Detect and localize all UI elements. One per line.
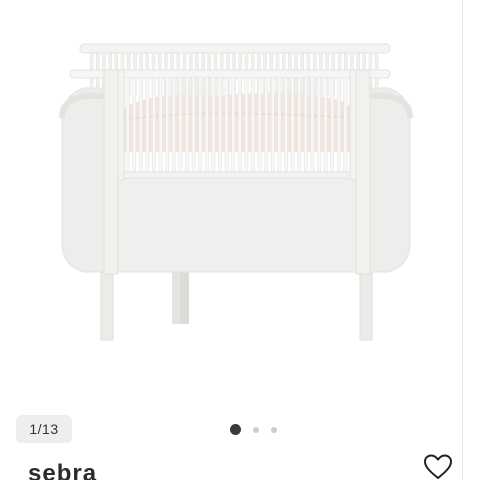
heart-outline-icon[interactable] bbox=[424, 454, 452, 480]
product-image bbox=[59, 43, 413, 341]
product-image-gallery[interactable] bbox=[0, 0, 462, 400]
image-counter: 1/13 bbox=[16, 415, 72, 443]
brand-logo: sebra bbox=[28, 460, 98, 480]
carousel-dot-1[interactable] bbox=[230, 424, 241, 435]
divider bbox=[462, 0, 463, 480]
carousel-dots[interactable] bbox=[230, 424, 277, 435]
carousel-dot-2[interactable] bbox=[253, 426, 259, 433]
product-page: 1/13 sebra bbox=[0, 0, 480, 480]
carousel-dot-3[interactable] bbox=[271, 426, 277, 433]
